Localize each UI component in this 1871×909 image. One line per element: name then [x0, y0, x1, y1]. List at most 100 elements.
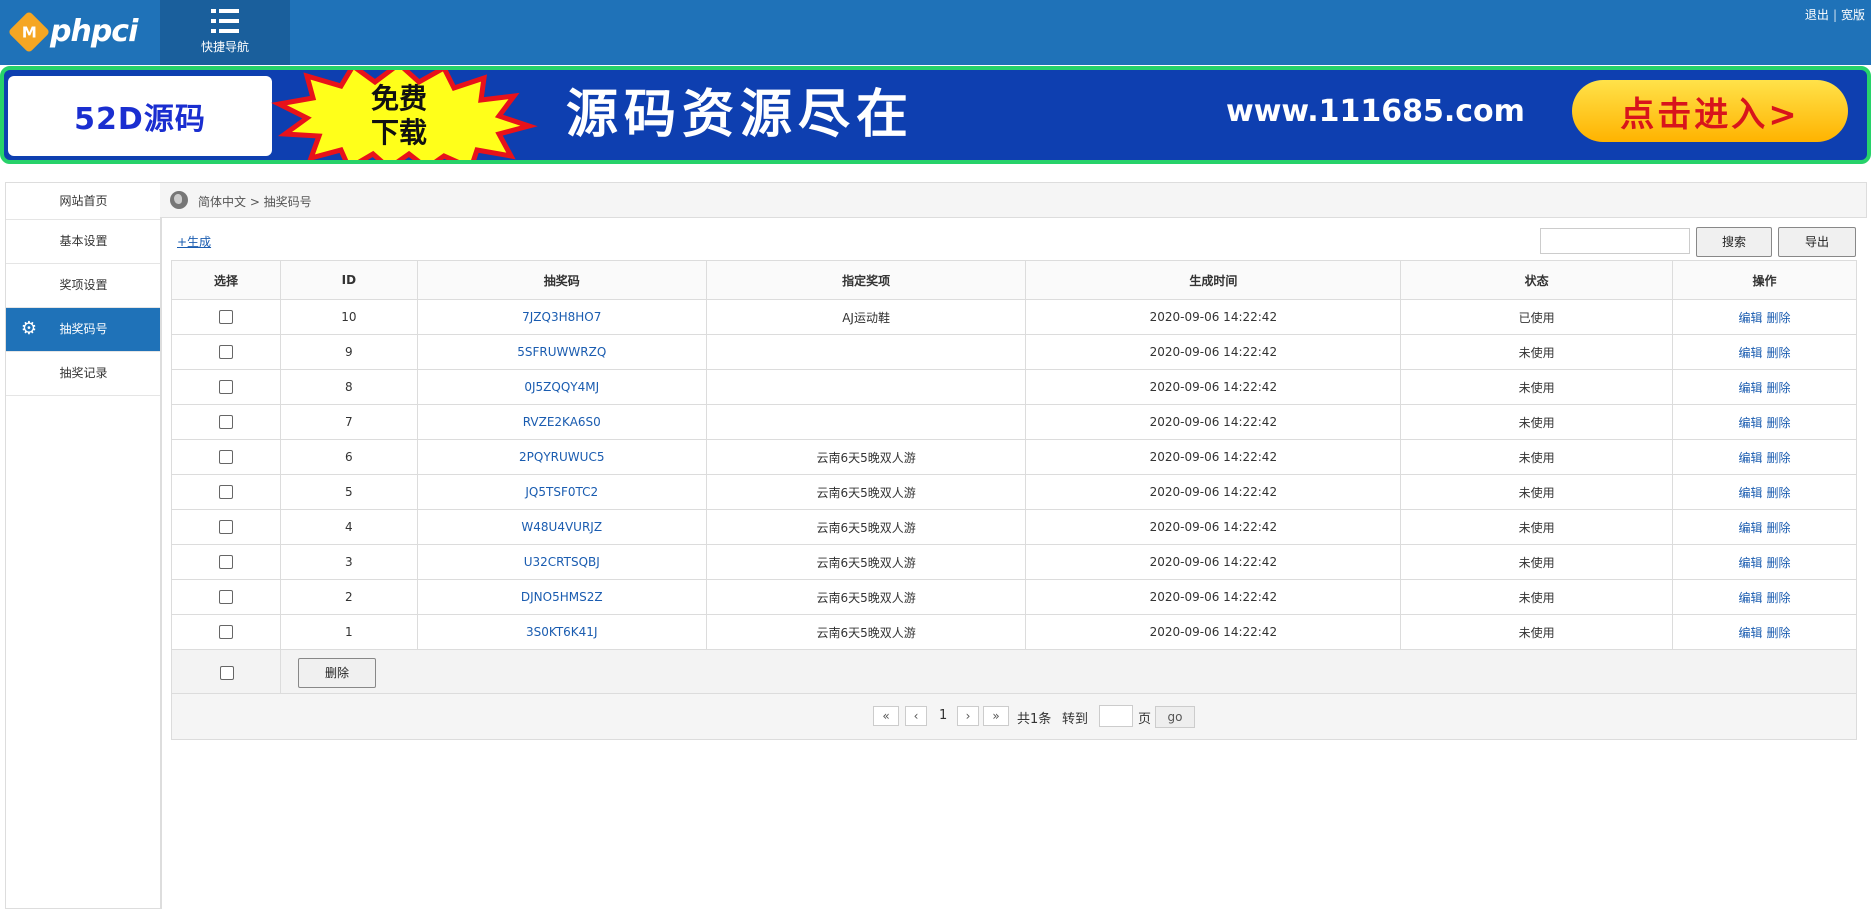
- first-page-button[interactable]: «: [873, 706, 899, 726]
- delete-link[interactable]: 删除: [1767, 451, 1791, 465]
- row-checkbox[interactable]: [218, 415, 233, 430]
- row-checkbox[interactable]: [218, 345, 233, 360]
- cell-code: W48U4VURJZ: [416, 509, 707, 545]
- page-number-input[interactable]: [1099, 705, 1133, 727]
- delete-link[interactable]: 删除: [1767, 556, 1791, 570]
- pagination: « ‹ 1 › » 共1条 转到 页 go: [171, 694, 1857, 740]
- wide-mode-link[interactable]: 宽版: [1841, 8, 1865, 22]
- cell-code: 2PQYRUWUC5: [416, 439, 707, 475]
- sidebar-item-home[interactable]: 网站首页: [6, 182, 161, 220]
- sidebar-item-label: 网站首页: [59, 194, 108, 208]
- row-checkbox[interactable]: [218, 450, 233, 465]
- banner-cta-button[interactable]: 点击进入>: [1572, 80, 1848, 142]
- export-button[interactable]: 导出: [1778, 227, 1856, 257]
- current-page[interactable]: 1: [939, 708, 947, 723]
- delete-link[interactable]: 删除: [1767, 591, 1791, 605]
- delete-link[interactable]: 删除: [1767, 346, 1791, 360]
- cell-time: 2020-09-06 14:22:42: [1025, 439, 1402, 475]
- cell-status: 未使用: [1400, 404, 1674, 440]
- col-header-prize: 指定奖项: [705, 260, 1027, 300]
- breadcrumb-bar: 简体中文 > 抽奖码号: [160, 182, 1867, 218]
- ad-banner[interactable]: 52D源码 免费 下载 源码资源尽在 www.111685.com 点击进入>: [0, 66, 1871, 164]
- sidebar-item-prize-settings[interactable]: 奖项设置: [6, 264, 161, 308]
- prev-page-button[interactable]: ‹: [905, 706, 927, 726]
- sidebar-item-lottery-codes[interactable]: ⚙ 抽奖码号: [6, 308, 161, 352]
- row-checkbox[interactable]: [218, 520, 233, 535]
- cell-status: 未使用: [1400, 614, 1674, 650]
- cell-status: 已使用: [1400, 299, 1674, 335]
- cell-prize: 云南6天5晚双人游: [705, 509, 1027, 545]
- delete-link[interactable]: 删除: [1767, 311, 1791, 325]
- cell-status: 未使用: [1400, 509, 1674, 545]
- banner-url: www.111685.com: [1226, 94, 1525, 129]
- cell-time: 2020-09-06 14:22:42: [1025, 334, 1402, 370]
- edit-link[interactable]: 编辑: [1739, 416, 1763, 430]
- go-button[interactable]: go: [1155, 706, 1195, 728]
- row-checkbox[interactable]: [218, 485, 233, 500]
- cell-time: 2020-09-06 14:22:42: [1025, 404, 1402, 440]
- edit-link[interactable]: 编辑: [1739, 381, 1763, 395]
- delete-link[interactable]: 删除: [1767, 521, 1791, 535]
- sidebar-item-basic-settings[interactable]: 基本设置: [6, 220, 161, 264]
- row-checkbox[interactable]: [218, 380, 233, 395]
- search-input[interactable]: [1540, 228, 1690, 254]
- cell-id: 2: [279, 579, 418, 615]
- cell-prize: [705, 369, 1027, 405]
- edit-link[interactable]: 编辑: [1739, 591, 1763, 605]
- cell-code: JQ5TSF0TC2: [416, 474, 707, 510]
- table-row: 10 7JZQ3H8HO7 AJ运动鞋 2020-09-06 14:22:42 …: [171, 299, 1857, 335]
- edit-link[interactable]: 编辑: [1739, 556, 1763, 570]
- banner-badge-line2: 下载: [371, 116, 427, 149]
- cell-status: 未使用: [1400, 579, 1674, 615]
- list-icon: [211, 8, 239, 34]
- logo-text: phpci: [50, 14, 138, 49]
- delete-link[interactable]: 删除: [1767, 416, 1791, 430]
- table-row: 3 U32CRTSQBJ 云南6天5晚双人游 2020-09-06 14:22:…: [171, 544, 1857, 580]
- col-header-actions: 操作: [1672, 260, 1857, 300]
- row-checkbox[interactable]: [218, 625, 233, 640]
- cell-code: 5SFRUWWRZQ: [416, 334, 707, 370]
- delete-link[interactable]: 删除: [1767, 381, 1791, 395]
- generate-link[interactable]: +生成: [177, 233, 211, 250]
- cell-id: 10: [279, 299, 418, 335]
- delete-link[interactable]: 删除: [1767, 486, 1791, 500]
- quick-nav-label: 快捷导航: [200, 40, 249, 54]
- divider: [280, 650, 281, 693]
- main-content: +生成 搜索 导出 选择 ID 抽奖码 指定奖项 生成时间 状态 操作 10 7…: [160, 218, 1871, 908]
- sidebar-item-label: 基本设置: [59, 234, 108, 248]
- row-checkbox[interactable]: [218, 555, 233, 570]
- edit-link[interactable]: 编辑: [1739, 521, 1763, 535]
- cell-id: 5: [279, 474, 418, 510]
- bulk-delete-button[interactable]: 删除: [298, 658, 376, 688]
- logo-mark: M: [7, 10, 51, 53]
- table-row: 6 2PQYRUWUC5 云南6天5晚双人游 2020-09-06 14:22:…: [171, 439, 1857, 475]
- cell-id: 1: [279, 614, 418, 650]
- edit-link[interactable]: 编辑: [1739, 626, 1763, 640]
- select-all-checkbox[interactable]: [220, 665, 234, 680]
- banner-headline: 源码资源尽在: [566, 85, 915, 145]
- col-header-id[interactable]: ID: [279, 260, 418, 300]
- table-row: 5 JQ5TSF0TC2 云南6天5晚双人游 2020-09-06 14:22:…: [171, 474, 1857, 510]
- cell-prize: 云南6天5晚双人游: [705, 474, 1027, 510]
- table-row: 1 3S0KT6K41J 云南6天5晚双人游 2020-09-06 14:22:…: [171, 614, 1857, 650]
- logo[interactable]: M phpci: [7, 10, 138, 53]
- goto-label: 转到: [1062, 712, 1089, 727]
- edit-link[interactable]: 编辑: [1739, 486, 1763, 500]
- delete-link[interactable]: 删除: [1767, 626, 1791, 640]
- cell-status: 未使用: [1400, 439, 1674, 475]
- quick-nav-button[interactable]: 快捷导航: [160, 0, 290, 65]
- logout-link[interactable]: 退出: [1805, 8, 1829, 22]
- edit-link[interactable]: 编辑: [1739, 311, 1763, 325]
- edit-link[interactable]: 编辑: [1739, 451, 1763, 465]
- next-page-button[interactable]: ›: [957, 706, 979, 726]
- last-page-button[interactable]: »: [983, 706, 1009, 726]
- edit-link[interactable]: 编辑: [1739, 346, 1763, 360]
- total-count: 共1条: [1017, 712, 1052, 727]
- sidebar-item-lottery-records[interactable]: 抽奖记录: [6, 352, 161, 396]
- search-button[interactable]: 搜索: [1696, 227, 1772, 257]
- row-checkbox[interactable]: [218, 310, 233, 325]
- cell-id: 7: [279, 404, 418, 440]
- cell-code: DJNO5HMS2Z: [416, 579, 707, 615]
- gear-icon: ⚙: [20, 318, 38, 339]
- row-checkbox[interactable]: [218, 590, 233, 605]
